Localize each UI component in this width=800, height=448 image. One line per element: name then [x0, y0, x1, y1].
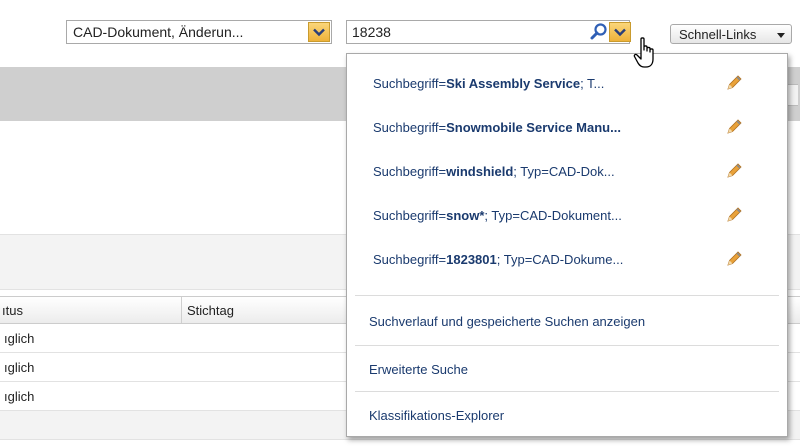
status-cell: ıglich [4, 360, 35, 375]
pencil-icon[interactable] [725, 250, 743, 268]
search-box[interactable] [346, 20, 631, 44]
search-history-menu: Suchbegriff=Ski Assembly Service; T... S… [346, 53, 788, 437]
type-select[interactable]: CAD-Dokument, Änderun... [66, 20, 332, 44]
menu-link-classification-explorer[interactable]: Klassifikations-Explorer [347, 394, 787, 438]
menu-separator [355, 295, 779, 296]
recent-search-item[interactable]: Suchbegriff=Snowmobile Service Manu... [347, 106, 787, 150]
recent-search-prefix: Suchbegriff= [373, 76, 447, 91]
pencil-icon[interactable] [725, 162, 743, 180]
magnifier-icon [590, 23, 607, 40]
menu-link-label: Klassifikations-Explorer [369, 408, 505, 423]
column-header-status[interactable]: ıtus [2, 303, 23, 318]
menu-link-label: Suchverlauf und gespeicherte Suchen anze… [369, 314, 646, 329]
quick-links-button[interactable]: Schnell-Links [670, 24, 792, 44]
pencil-icon[interactable] [725, 118, 743, 136]
column-divider[interactable] [181, 297, 182, 323]
recent-search-rest: ; T... [580, 76, 605, 91]
menu-separator [355, 391, 779, 392]
recent-search-prefix: Suchbegriff= [373, 208, 447, 223]
search-input[interactable] [352, 23, 572, 41]
recent-search-item[interactable]: Suchbegriff=snow*; Typ=CAD-Dokument... [347, 194, 787, 238]
caret-down-icon [777, 33, 785, 38]
type-select-value: CAD-Dokument, Änderun... [73, 24, 244, 40]
recent-search-term: Snowmobile Service Manu... [446, 120, 621, 135]
menu-link-label: Erweiterte Suche [369, 362, 468, 377]
status-cell: ıglich [4, 331, 35, 346]
quick-links-label: Schnell-Links [679, 27, 757, 42]
recent-search-rest: ; Typ=CAD-Dokument... [484, 208, 622, 223]
search-button[interactable] [589, 22, 609, 42]
recent-search-item[interactable]: Suchbegriff=Ski Assembly Service; T... [347, 62, 787, 106]
recent-search-rest: ; Typ=CAD-Dokume... [496, 252, 624, 267]
chevron-down-icon [313, 28, 325, 37]
status-cell: ıglich [4, 389, 35, 404]
recent-search-prefix: Suchbegriff= [373, 252, 447, 267]
pencil-icon[interactable] [725, 206, 743, 224]
recent-search-item[interactable]: Suchbegriff=windshield; Typ=CAD-Dok... [347, 150, 787, 194]
search-history-dropdown-button[interactable] [609, 22, 631, 42]
hand-pointer-icon [633, 37, 654, 68]
recent-search-term: windshield [446, 164, 514, 179]
recent-search-item[interactable]: Suchbegriff=1823801; Typ=CAD-Dokume... [347, 238, 787, 282]
recent-search-rest: ; Typ=CAD-Dok... [513, 164, 615, 179]
chevron-down-icon [614, 28, 626, 37]
menu-link-advanced-search[interactable]: Erweiterte Suche [347, 348, 787, 392]
recent-search-prefix: Suchbegriff= [373, 164, 447, 179]
column-header-stichtag[interactable]: Stichtag [187, 303, 234, 318]
recent-search-term: 1823801 [446, 252, 497, 267]
recent-search-term: Ski Assembly Service [446, 76, 581, 91]
recent-search-term: snow* [446, 208, 485, 223]
menu-separator [355, 345, 779, 346]
menu-link-search-history[interactable]: Suchverlauf und gespeicherte Suchen anze… [347, 300, 787, 344]
recent-search-prefix: Suchbegriff= [373, 120, 447, 135]
pencil-icon[interactable] [725, 74, 743, 92]
type-select-dropdown-button[interactable] [308, 22, 330, 42]
